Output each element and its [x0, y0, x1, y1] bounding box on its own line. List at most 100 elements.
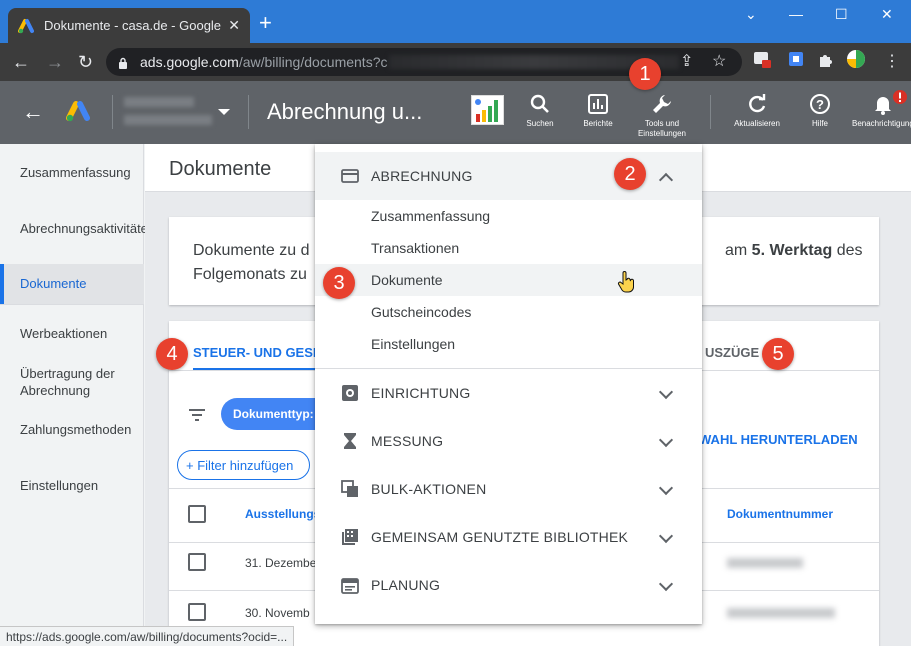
chevron-down-icon	[658, 480, 674, 496]
translate-extension-icon[interactable]	[786, 49, 806, 69]
profile-avatar[interactable]	[846, 49, 866, 69]
menu-item-documents[interactable]: Dokumente	[315, 264, 702, 296]
info-text-left: Dokumente zu d Folgemonats zu	[193, 239, 310, 287]
info-text-right: am 5. Werktag des	[725, 239, 863, 263]
sidebar-item-billing-transfer[interactable]: Übertragung der Abrechnung	[0, 365, 144, 399]
sidebar-item-payment-methods[interactable]: Zahlungsmethoden	[0, 421, 144, 438]
tab-close-icon[interactable]: ✕	[228, 17, 240, 34]
account-selector[interactable]	[122, 95, 232, 129]
column-header-date[interactable]: Ausstellungs	[245, 507, 320, 521]
menu-item-label: Gutscheincodes	[371, 304, 472, 320]
redacted-account-name	[124, 97, 194, 107]
tab-statements[interactable]: USZÜGE	[705, 345, 759, 360]
extension-badge-icon[interactable]	[752, 49, 772, 69]
credit-card-icon	[341, 169, 359, 183]
settings-gear-icon	[342, 385, 358, 401]
redacted-document-number	[727, 558, 803, 568]
sidebar-item-summary[interactable]: Zusammenfassung	[0, 164, 144, 181]
window-close-icon[interactable]: ✕	[881, 6, 893, 23]
copy-stack-icon	[341, 480, 358, 497]
table-cell-date: 31. Dezembe	[245, 556, 317, 570]
hourglass-icon	[344, 433, 356, 449]
search-label: Suchen	[526, 119, 554, 128]
chevron-down-icon	[658, 576, 674, 592]
wrench-icon	[653, 95, 671, 113]
tab-title: Dokumente - casa.de - Google A	[44, 18, 223, 33]
sidebar-item-documents[interactable]: Dokumente	[0, 264, 144, 304]
menu-section-bulk-actions[interactable]: BULK-AKTIONEN	[315, 465, 702, 513]
menu-item-transactions[interactable]: Transaktionen	[315, 232, 702, 264]
menu-section-label: GEMEINSAM GENUTZTE BIBLIOTHEK	[371, 529, 629, 545]
sidebar-item-label: Abrechnungsaktivitäten	[20, 221, 156, 236]
new-tab-button[interactable]: +	[259, 12, 272, 34]
info-text-line-1: Dokumente zu d	[193, 242, 310, 259]
row-checkbox[interactable]	[188, 553, 206, 571]
menu-section-label: MESSUNG	[371, 433, 444, 449]
menu-section-shared-library[interactable]: GEMEINSAM GENUTZTE BIBLIOTHEK	[315, 513, 702, 561]
row-checkbox[interactable]	[188, 603, 206, 621]
url-path: /aw/billing/documents?	[238, 54, 381, 70]
tab-tax-documents[interactable]: STEUER- UND GESE	[193, 345, 322, 360]
column-header-document-number[interactable]: Dokumentnummer	[727, 507, 833, 521]
sidebar-item-activity[interactable]: Abrechnungsaktivitäten	[0, 220, 155, 237]
refresh-icon	[749, 94, 766, 113]
minimize-icon[interactable]: —	[789, 6, 803, 22]
header-divider	[710, 95, 711, 129]
menu-section-label: PLANUNG	[371, 577, 441, 593]
reports-button[interactable]: Berichte	[566, 93, 630, 129]
menu-item-label: Einstellungen	[371, 336, 456, 352]
share-icon[interactable]: ⇪	[680, 51, 693, 71]
search-icon	[530, 94, 549, 113]
step-marker-4: 4	[156, 338, 188, 370]
info-text-fragment: am	[725, 242, 752, 259]
menu-section-setup[interactable]: EINRICHTUNG	[315, 369, 702, 417]
extensions-puzzle-icon[interactable]	[816, 49, 836, 69]
download-selection-button[interactable]: WAHL HERUNTERLADEN	[699, 432, 858, 447]
select-all-checkbox[interactable]	[188, 505, 206, 523]
status-bar-url: https://ads.google.com/aw/billing/docume…	[0, 626, 295, 646]
notifications-label: Benachrichtigungen	[852, 119, 911, 128]
info-text-line-2: Folgemonats zu	[193, 266, 307, 283]
redacted-document-number	[727, 608, 835, 618]
help-icon: ?	[810, 94, 830, 114]
menu-section-measurement[interactable]: MESSUNG	[315, 417, 702, 465]
chevron-up-icon	[658, 172, 674, 188]
menu-section-planning[interactable]: PLANUNG	[315, 561, 702, 609]
bookmark-star-icon[interactable]: ☆	[712, 51, 726, 71]
maximize-icon[interactable]: ☐	[835, 6, 848, 23]
step-marker-2: 2	[614, 158, 646, 190]
sidebar-item-label: Einstellungen	[20, 478, 99, 493]
menu-item-summary[interactable]: Zusammenfassung	[315, 200, 702, 232]
header-divider	[112, 95, 113, 129]
refresh-button[interactable]: Aktualisieren	[725, 93, 789, 129]
browser-tab[interactable]: Dokumente - casa.de - Google A ✕	[8, 8, 250, 43]
tab-search-chevron-icon[interactable]: ⌄	[745, 6, 757, 23]
chart-extension-icon[interactable]	[471, 95, 504, 125]
add-filter-button[interactable]: + Filter hinzufügen	[177, 450, 310, 480]
menu-section-label: BULK-AKTIONEN	[371, 481, 487, 497]
ads-header: ← Abrechnung u... Suchen Berichte Tools …	[0, 81, 911, 144]
forward-arrow-icon[interactable]: →	[46, 52, 64, 73]
search-button[interactable]: Suchen	[508, 93, 572, 129]
notification-alert-badge-icon	[893, 90, 907, 104]
header-divider	[248, 95, 249, 129]
tools-menu: ABRECHNUNG Zusammenfassung Transaktionen…	[315, 144, 702, 624]
reports-label: Berichte	[583, 119, 613, 128]
help-button[interactable]: ? Hilfe	[788, 93, 852, 129]
menu-item-promo-codes[interactable]: Gutscheincodes	[315, 296, 702, 328]
menu-item-settings[interactable]: Einstellungen	[315, 328, 702, 360]
menu-section-label: ABRECHNUNG	[371, 168, 473, 184]
browser-menu-icon[interactable]: ⋮	[884, 51, 900, 71]
sidebar-item-promotions[interactable]: Werbeaktionen	[0, 325, 144, 342]
sidebar: Zusammenfassung Abrechnungsaktivitäten D…	[0, 144, 155, 646]
tools-settings-button[interactable]: Tools und Einstellungen	[630, 93, 694, 139]
back-arrow-icon[interactable]: ←	[22, 99, 44, 125]
sidebar-item-settings[interactable]: Einstellungen	[0, 477, 144, 494]
reload-icon[interactable]: ↻	[78, 52, 93, 73]
help-label: Hilfe	[811, 119, 828, 128]
hand-cursor-icon	[617, 271, 634, 293]
url-path-continued: c	[380, 54, 388, 70]
sidebar-item-label: Werbeaktionen	[20, 326, 108, 341]
back-arrow-icon[interactable]: ←	[12, 52, 30, 73]
filter-icon[interactable]	[189, 409, 205, 421]
